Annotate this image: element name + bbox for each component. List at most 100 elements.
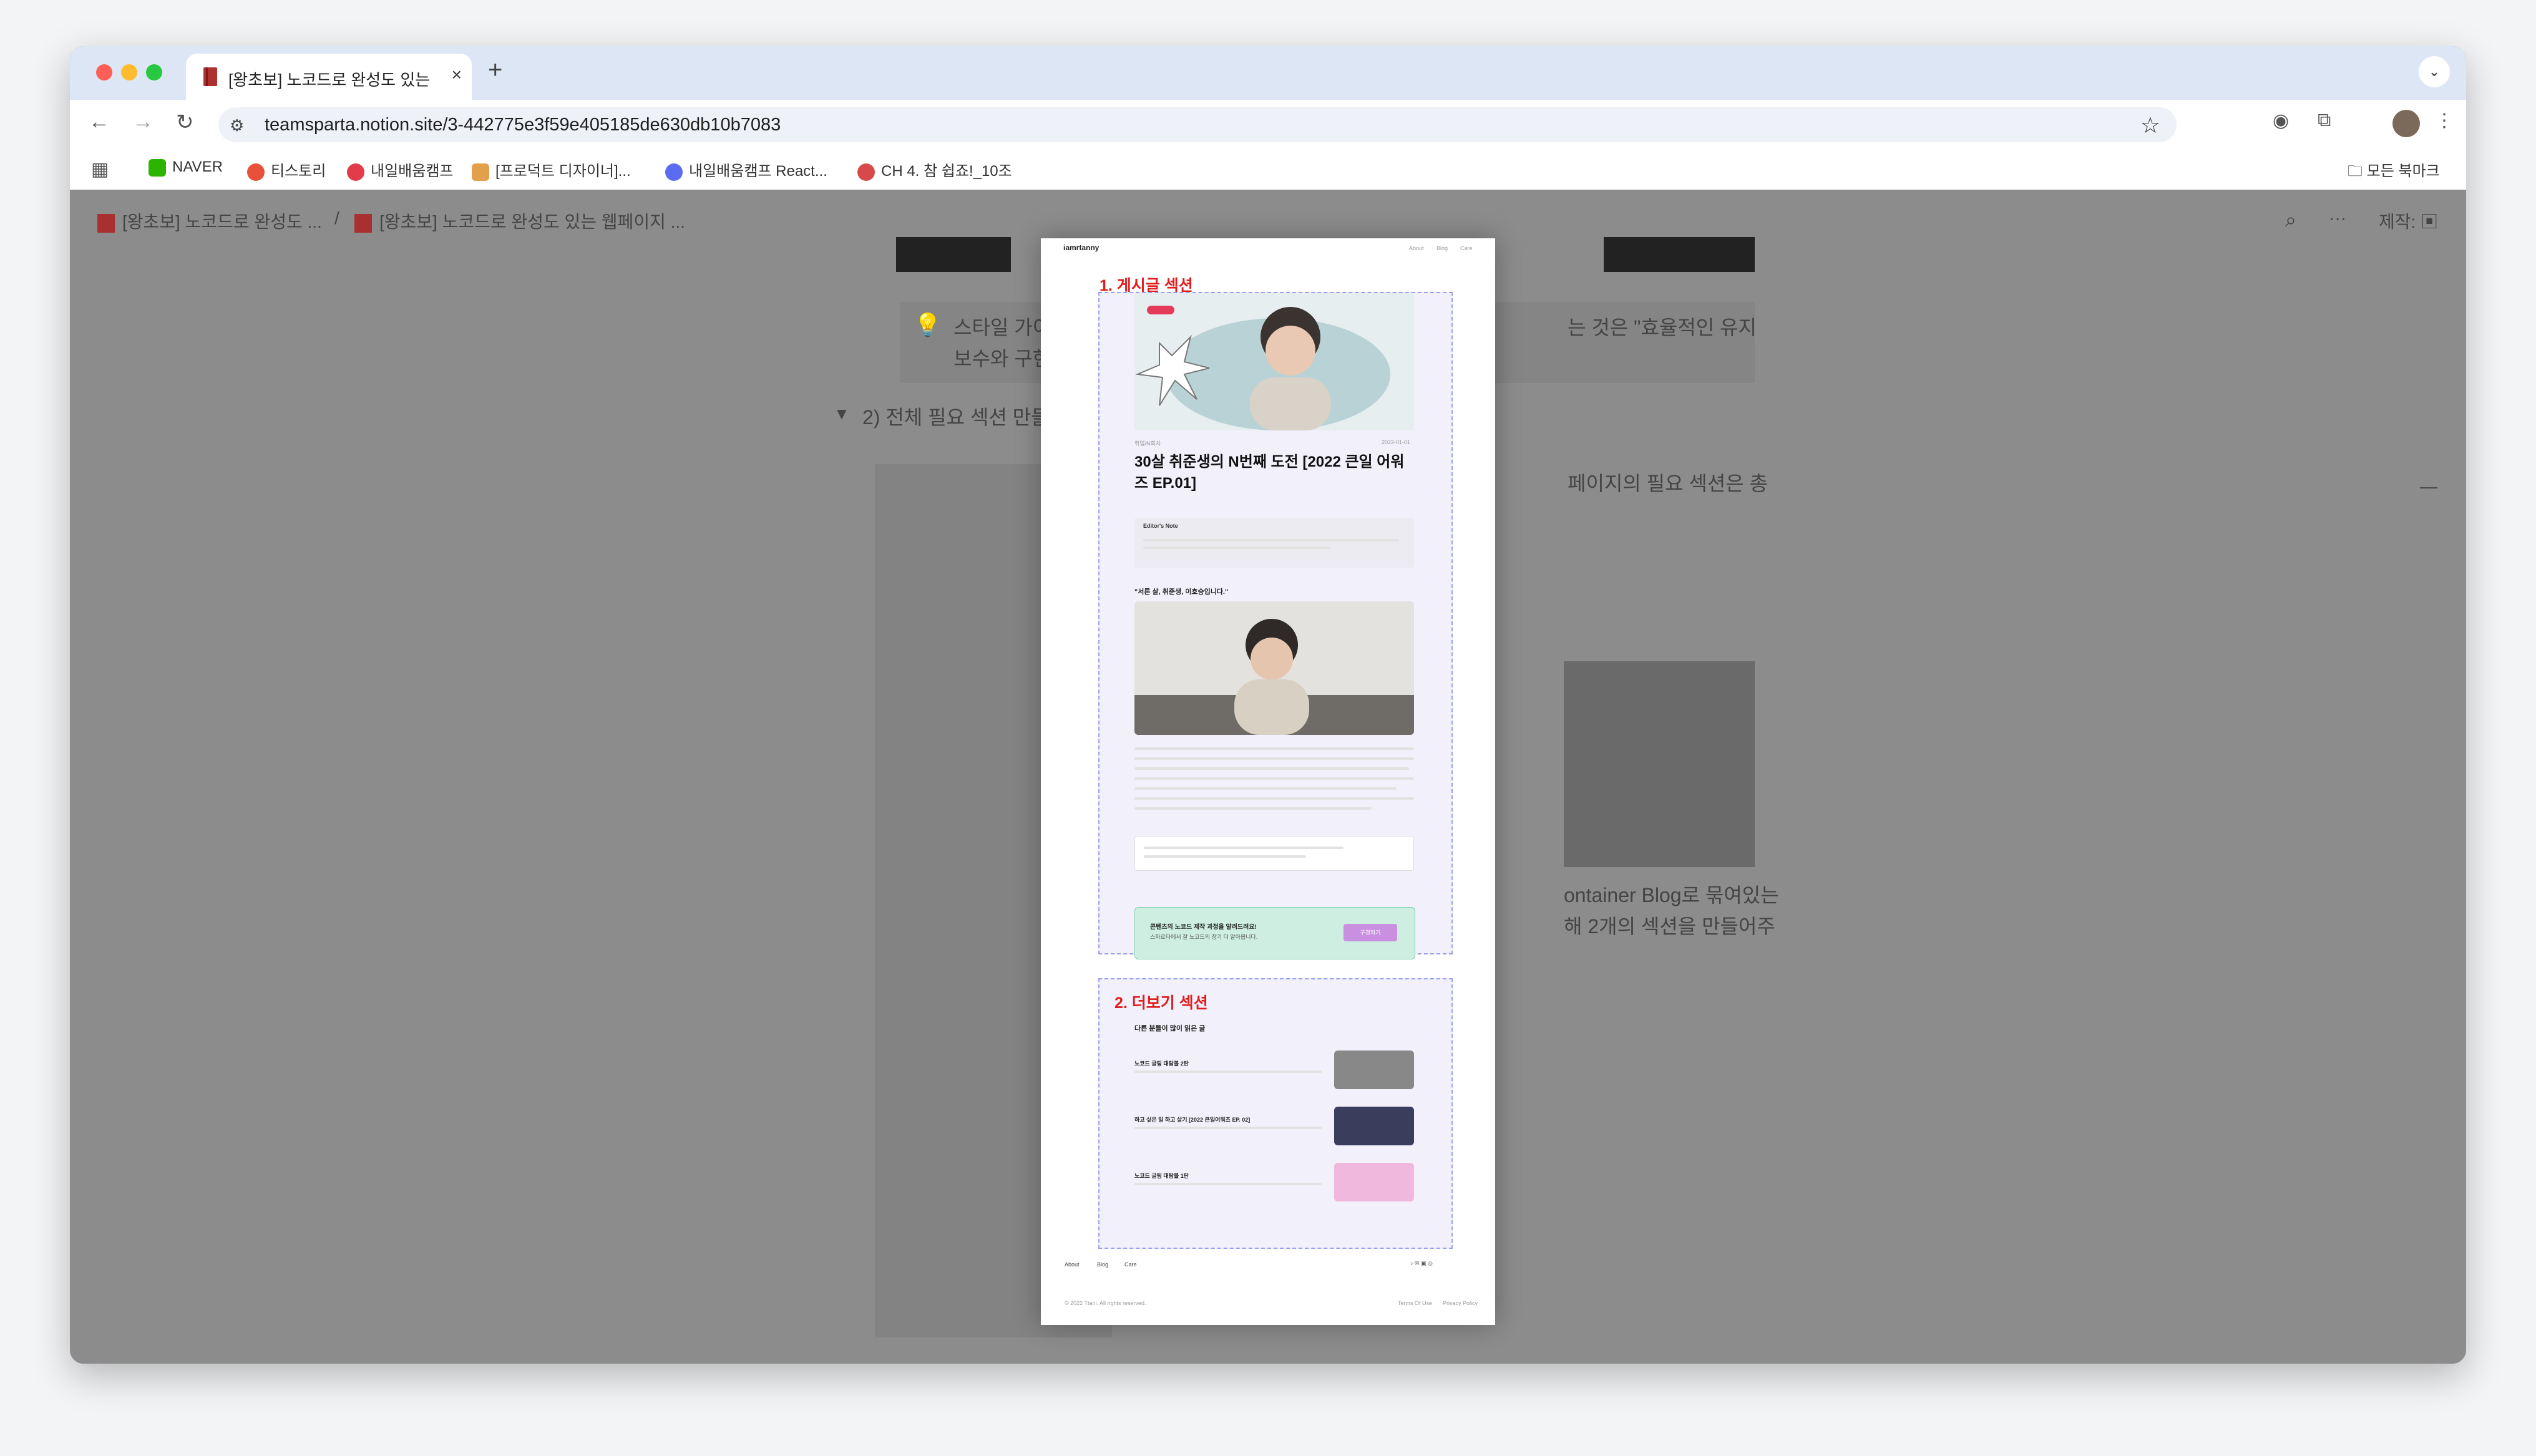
more-item-thumbnail (1334, 1107, 1414, 1145)
profile-avatar[interactable] (2392, 110, 2420, 137)
text-line (1134, 757, 1414, 760)
close-window-button[interactable] (96, 64, 112, 80)
image-preview-modal[interactable]: iamrtanny About Blog Care 1. 게시글 섹션 취업/N… (1041, 238, 1495, 1325)
more-item-line (1134, 1183, 1322, 1185)
search-icon[interactable]: ⌕ (2285, 208, 2296, 232)
more-item-thumbnail (1334, 1163, 1414, 1201)
forward-arrow-icon[interactable]: → (132, 110, 154, 134)
minimize-window-button[interactable] (121, 64, 137, 80)
palette-icon (472, 163, 489, 181)
post-date: 2022-01-01 (1382, 439, 1411, 445)
tab-search-button[interactable]: ⌄ (2419, 56, 2450, 87)
bookmarks-bar: ▦ NAVER 티스토리 내일배움캠프 [프로덕트 디자이너]... 내일배움캠… (70, 150, 2466, 190)
bookmark-star-icon[interactable]: ☆ (2140, 112, 2160, 138)
callout-text-right: 는 것은 "효율적인 유지 (1568, 316, 1757, 339)
post-photo (1134, 601, 1414, 735)
section2-label: 2. 더보기 섹션 (1114, 994, 1208, 1012)
toggle-heading[interactable]: 2) 전체 필요 섹션 만들 (862, 402, 1050, 430)
more-item-thumbnail (1334, 1051, 1414, 1089)
more-heading: 다른 분들이 많이 읽은 글 (1134, 1025, 1206, 1032)
preview-nav-care: Care (1460, 245, 1473, 251)
react-icon (665, 163, 683, 181)
text-line (1134, 807, 1372, 810)
preview-logo: iamrtanny (1063, 243, 1100, 252)
bookmark-ch4[interactable]: CH 4. 참 쉽죠!_10조 (857, 158, 1012, 181)
book-icon (203, 67, 217, 86)
text-line (1134, 777, 1414, 780)
bookmark-naver[interactable]: NAVER (149, 158, 223, 177)
more-item[interactable]: 하고 싶은 일 하고 살기 [2022 큰일어워즈 EP. 02] (1134, 1104, 1414, 1148)
cta-subtitle: 스파르타에서 잘 노코드의 장기 더 알아봅니다. (1150, 934, 1258, 940)
bookmark-bootcamp-react[interactable]: 내일배움캠프 React... (665, 158, 827, 181)
address-bar[interactable]: ⚙ teamsparta.notion.site/3-442775e3f59e4… (218, 107, 2177, 142)
all-bookmarks-folder[interactable]: 🗀 모든 북마크 (2348, 158, 2440, 186)
browser-toolbar: ← → ↻ ⚙ teamsparta.notion.site/3-442775e… (70, 100, 2466, 150)
folder-icon: 🗀 (2348, 163, 2367, 180)
breadcrumb-item-parent[interactable]: [왕초보] 노코드로 완성도 ... (97, 208, 322, 233)
more-section: 2. 더보기 섹션 다른 분들이 많이 읽은 글 노코드 글링 대탐볼 2탄 하… (1098, 978, 1453, 1249)
apps-grid-icon[interactable]: ▦ (91, 158, 109, 180)
tab-close-icon[interactable]: × (452, 65, 462, 85)
text-line (1134, 787, 1397, 790)
site-info-icon[interactable]: ⚙ (230, 116, 244, 135)
browser-window: [왕초보] 노코드로 완성도 있는 웹페이지 × + ⌄ ← → ↻ ⚙ tea… (70, 46, 2466, 1364)
footer-nav-blog: Blog (1097, 1261, 1109, 1268)
footer-terms: Terms Of Use (1398, 1300, 1433, 1306)
preview-nav-blog: Blog (1436, 245, 1448, 251)
person-photo-icon (1134, 601, 1414, 735)
lightbulb-icon: 💡 (914, 312, 942, 337)
body-text-right-2: ontainer Blog로 묶여있는 (1564, 884, 1779, 906)
body-text-right-3: 해 2개의 섹션을 만들어주 (1564, 915, 1775, 938)
post-quote: "서른 살, 취준생, 이호승입니다." (1134, 588, 1229, 596)
book-icon (354, 213, 372, 233)
text-line (1134, 797, 1414, 800)
breadcrumb-item-current[interactable]: [왕초보] 노코드로 완성도 있는 웹페이지 ... (354, 208, 685, 233)
breadcrumb-separator: / (334, 208, 339, 228)
footer-social-icons: ♪ ✉ ▣ ◎ (1410, 1260, 1433, 1266)
more-menu-icon[interactable]: ⋮ (2435, 110, 2454, 132)
url-text: teamsparta.notion.site/3-442775e3f59e405… (265, 115, 781, 135)
book-icon (97, 213, 115, 233)
cta-button[interactable]: 구경하기 (1344, 924, 1397, 941)
callout-text-left-2: 보수와 구현 (953, 347, 1051, 370)
note-line (1143, 539, 1399, 541)
made-with-notion[interactable]: 제작: ▣ (2379, 208, 2438, 233)
footer-copyright: © 2022 Ttani. All rights reserved. (1065, 1300, 1146, 1306)
quote-line (1144, 847, 1344, 849)
post-hero-image (1134, 293, 1414, 430)
cta-banner[interactable]: 콘텐츠의 노코드 제작 과정을 알려드려요! 스파르타에서 잘 노코드의 장기 … (1134, 907, 1415, 959)
editors-note-title: Editor's Note (1143, 523, 1178, 529)
bookmark-bootcamp[interactable]: 내일배움캠프 (347, 158, 453, 181)
preview-nav-about: About (1409, 245, 1424, 251)
footer-privacy: Privacy Policy (1443, 1300, 1478, 1306)
more-item-title: 노코드 글링 대탐볼 1탄 (1134, 1173, 1189, 1179)
post-title: 30살 취준생의 N번째 도전 [2022 큰일 어워즈 EP.01] (1134, 454, 1405, 492)
browser-tab[interactable]: [왕초보] 노코드로 완성도 있는 웹페이지 × (186, 54, 472, 100)
table-of-contents-icon[interactable]: — (2420, 477, 2437, 497)
maximize-window-button[interactable] (146, 64, 162, 80)
more-item-title: 하고 싶은 일 하고 살기 [2022 큰일어워즈 EP. 02] (1134, 1117, 1251, 1123)
target-icon (857, 163, 875, 181)
more-options-icon[interactable]: ··· (2329, 208, 2346, 228)
more-item[interactable]: 노코드 글링 대탐볼 1탄 (1134, 1160, 1414, 1204)
more-item-title: 노코드 글링 대탐볼 2탄 (1134, 1060, 1189, 1067)
editors-note-box: Editor's Note (1134, 518, 1414, 568)
bookmark-tistory[interactable]: 티스토리 (247, 158, 326, 181)
tab-title: [왕초보] 노코드로 완성도 있는 웹페이지 (228, 70, 434, 89)
hero-illustration-icon (1134, 293, 1414, 430)
naver-icon (149, 158, 166, 177)
camera-icon[interactable]: ◉ (2273, 110, 2289, 132)
dark-bar-left (896, 237, 1011, 272)
toggle-arrow-icon[interactable]: ▼ (834, 404, 850, 424)
bookmark-product-designer[interactable]: [프로덕트 디자이너]... (472, 158, 631, 181)
text-line (1134, 747, 1414, 750)
new-tab-button[interactable]: + (488, 56, 502, 84)
extensions-icon[interactable]: ⧉ (2318, 110, 2331, 131)
tistory-icon (247, 163, 265, 181)
reload-icon[interactable]: ↻ (176, 110, 194, 135)
text-line (1134, 767, 1409, 770)
back-arrow-icon[interactable]: ← (89, 110, 110, 134)
more-item[interactable]: 노코드 글링 대탐볼 2탄 (1134, 1048, 1414, 1092)
more-item-line (1134, 1127, 1322, 1129)
heart-icon (347, 163, 364, 181)
